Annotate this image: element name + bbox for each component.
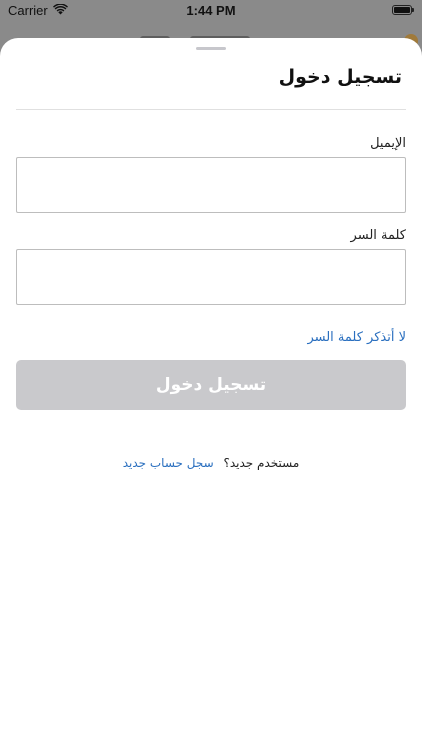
password-field[interactable]: [16, 249, 406, 305]
sheet-title: تسجيل دخول: [278, 66, 402, 88]
title-divider: [16, 109, 406, 110]
battery-icon: [392, 5, 414, 15]
forgot-password-link[interactable]: لا أتذكر كلمة السر: [307, 330, 406, 345]
login-sheet: تسجيل دخول الإيميل كلمة السر لا أتذكر كل…: [0, 38, 422, 750]
sheet-grabber-handle[interactable]: [196, 47, 226, 50]
login-button[interactable]: تسجيل دخول: [16, 360, 406, 410]
email-field[interactable]: [16, 157, 406, 213]
password-label: كلمة السر: [350, 228, 406, 243]
signup-link[interactable]: سجل حساب جديد: [123, 456, 214, 470]
email-label: الإيميل: [370, 136, 406, 151]
signup-row: مستخدم جديد؟ سجل حساب جديد: [0, 456, 422, 470]
status-bar: Carrier 1:44 PM: [0, 0, 422, 22]
status-time: 1:44 PM: [186, 3, 236, 18]
signup-prompt: مستخدم جديد؟: [223, 456, 300, 470]
screen: Carrier 1:44 PM تسجيل دخول الإيميل كلمة …: [0, 0, 422, 750]
